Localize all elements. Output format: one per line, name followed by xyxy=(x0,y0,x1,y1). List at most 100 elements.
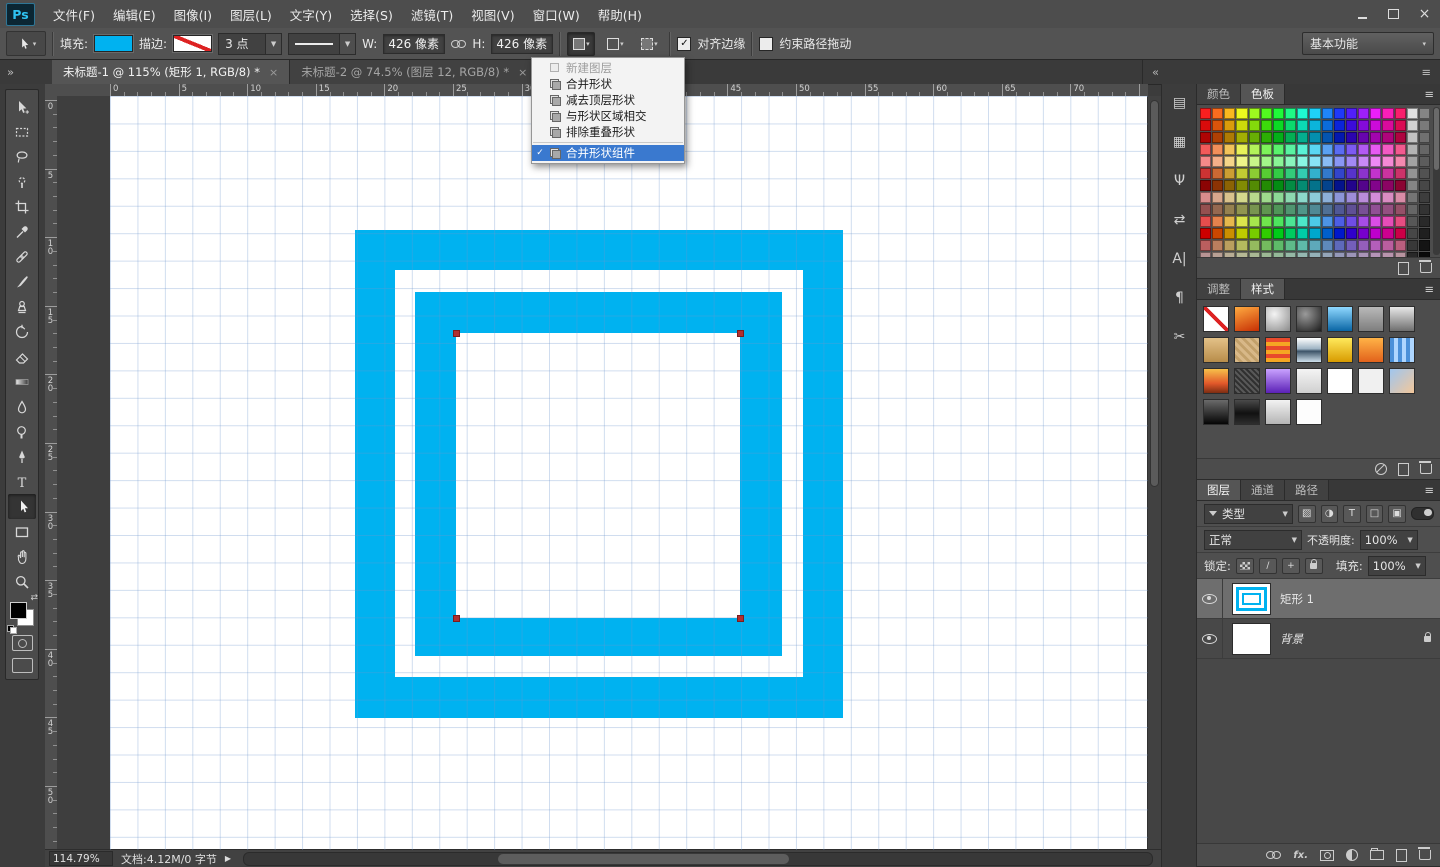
color-swatch[interactable] xyxy=(1419,108,1430,119)
color-swatch[interactable] xyxy=(1273,216,1284,227)
menu-item[interactable]: 帮助(H) xyxy=(589,0,651,28)
color-swatch[interactable] xyxy=(1382,240,1393,251)
color-swatch[interactable] xyxy=(1224,108,1235,119)
style-swatch[interactable] xyxy=(1358,368,1384,394)
status-flyout-icon[interactable]: ▶ xyxy=(225,854,231,863)
color-swatch[interactable] xyxy=(1273,204,1284,215)
color-swatch[interactable] xyxy=(1382,192,1393,203)
color-swatch[interactable] xyxy=(1249,228,1260,239)
color-swatch[interactable] xyxy=(1273,180,1284,191)
layer-name[interactable]: 矩形 1 xyxy=(1280,591,1440,607)
style-swatch[interactable] xyxy=(1358,337,1384,363)
add-mask-icon[interactable] xyxy=(1320,850,1334,861)
new-group-icon[interactable] xyxy=(1370,850,1384,860)
color-swatch[interactable] xyxy=(1309,180,1320,191)
color-swatch[interactable] xyxy=(1419,204,1430,215)
color-swatch[interactable] xyxy=(1334,156,1345,167)
color-swatch[interactable] xyxy=(1285,120,1296,131)
menu-item[interactable]: 选择(S) xyxy=(341,0,402,28)
color-swatch[interactable] xyxy=(1322,240,1333,251)
canvas-viewport[interactable] xyxy=(57,96,1148,850)
anchor-point[interactable] xyxy=(453,615,460,622)
color-swatch[interactable] xyxy=(1297,168,1308,179)
color-swatch[interactable] xyxy=(1236,252,1247,257)
toolbox-collapse[interactable]: » xyxy=(0,60,52,84)
filter-shape-layers-icon[interactable]: □ xyxy=(1366,505,1384,523)
document-tab[interactable]: 未标题-2 @ 74.5% (图层 12, RGB/8) *× xyxy=(290,60,539,84)
color-swatch[interactable] xyxy=(1382,156,1393,167)
path-arrangement-button[interactable]: ▾ xyxy=(635,32,663,56)
color-swatch[interactable] xyxy=(1224,132,1235,143)
color-swatch[interactable] xyxy=(1322,168,1333,179)
color-swatch[interactable] xyxy=(1346,180,1357,191)
eyedropper-tool[interactable] xyxy=(8,219,36,244)
panel-tab-通道[interactable]: 通道 xyxy=(1241,480,1285,500)
color-swatch[interactable] xyxy=(1346,156,1357,167)
color-swatch[interactable] xyxy=(1212,192,1223,203)
color-swatch[interactable] xyxy=(1236,144,1247,155)
color-swatch[interactable] xyxy=(1212,204,1223,215)
color-swatch[interactable] xyxy=(1236,228,1247,239)
gradient-tool[interactable] xyxy=(8,369,36,394)
blend-mode-dropdown[interactable]: 正常 ▼ xyxy=(1204,530,1302,550)
color-swatch[interactable] xyxy=(1322,108,1333,119)
color-swatch[interactable] xyxy=(1212,252,1223,257)
filter-smart-objects-icon[interactable]: ▣ xyxy=(1388,505,1406,523)
color-swatch[interactable] xyxy=(1407,252,1418,257)
color-swatch[interactable] xyxy=(1382,120,1393,131)
color-swatch[interactable] xyxy=(1419,180,1430,191)
horizontal-scrollbar[interactable] xyxy=(243,852,1153,866)
color-swatch[interactable] xyxy=(1261,132,1272,143)
color-swatch[interactable] xyxy=(1297,240,1308,251)
color-swatch[interactable] xyxy=(1358,156,1369,167)
style-swatch[interactable] xyxy=(1296,368,1322,394)
color-swatch[interactable] xyxy=(1200,228,1211,239)
color-swatch[interactable] xyxy=(1200,252,1211,257)
quick-mask-button[interactable] xyxy=(12,635,33,651)
filter-adjustment-layers-icon[interactable]: ◑ xyxy=(1321,505,1339,523)
rectangle-tool[interactable] xyxy=(8,519,36,544)
color-swatch[interactable] xyxy=(1285,132,1296,143)
style-swatch[interactable] xyxy=(1327,306,1353,332)
panel-menu-icon[interactable]: ≡ xyxy=(1417,480,1440,500)
color-swatch[interactable] xyxy=(1419,228,1430,239)
color-swatch[interactable] xyxy=(1382,132,1393,143)
color-swatch[interactable] xyxy=(1382,228,1393,239)
style-swatch[interactable] xyxy=(1265,368,1291,394)
type-tool[interactable]: T xyxy=(8,469,36,494)
color-swatch[interactable] xyxy=(1309,168,1320,179)
layer-thumbnail[interactable] xyxy=(1232,583,1271,615)
color-swatch[interactable] xyxy=(1358,132,1369,143)
color-swatch[interactable] xyxy=(1334,216,1345,227)
color-swatch[interactable] xyxy=(1273,228,1284,239)
color-swatch[interactable] xyxy=(1249,156,1260,167)
panel-tab-样式[interactable]: 样式 xyxy=(1241,279,1285,299)
rectangular-marquee-tool[interactable] xyxy=(8,119,36,144)
color-swatch[interactable] xyxy=(1212,156,1223,167)
color-swatch[interactable] xyxy=(1309,120,1320,131)
color-swatch[interactable] xyxy=(1297,108,1308,119)
shape-width-field[interactable]: 426 像素 xyxy=(383,34,445,54)
dodge-tool[interactable] xyxy=(8,419,36,444)
color-swatch[interactable] xyxy=(1249,144,1260,155)
slice-icon[interactable]: ✂ xyxy=(1167,326,1193,348)
menu-item[interactable]: 文件(F) xyxy=(44,0,104,28)
color-swatch[interactable] xyxy=(1297,252,1308,257)
color-swatch[interactable] xyxy=(1309,216,1320,227)
color-swatch[interactable] xyxy=(1273,252,1284,257)
color-swatch[interactable] xyxy=(1309,204,1320,215)
filter-pixel-layers-icon[interactable]: ▨ xyxy=(1298,505,1316,523)
layer-visibility-cell[interactable] xyxy=(1197,579,1223,618)
color-swatch[interactable] xyxy=(1407,132,1418,143)
color-swatch[interactable] xyxy=(1334,108,1345,119)
color-swatch[interactable] xyxy=(1249,168,1260,179)
stroke-width-dropdown[interactable]: 3 点 ▼ xyxy=(218,33,282,55)
clear-style-icon[interactable] xyxy=(1375,463,1387,475)
color-swatch[interactable] xyxy=(1346,240,1357,251)
layer-name[interactable]: 背景 xyxy=(1280,631,1424,647)
color-swatch[interactable] xyxy=(1346,132,1357,143)
color-swatch[interactable] xyxy=(1297,156,1308,167)
menu-item[interactable]: 视图(V) xyxy=(462,0,523,28)
menu-item-path-op[interactable]: 排除重叠形状 xyxy=(532,124,684,140)
minimize-button[interactable] xyxy=(1347,0,1378,28)
